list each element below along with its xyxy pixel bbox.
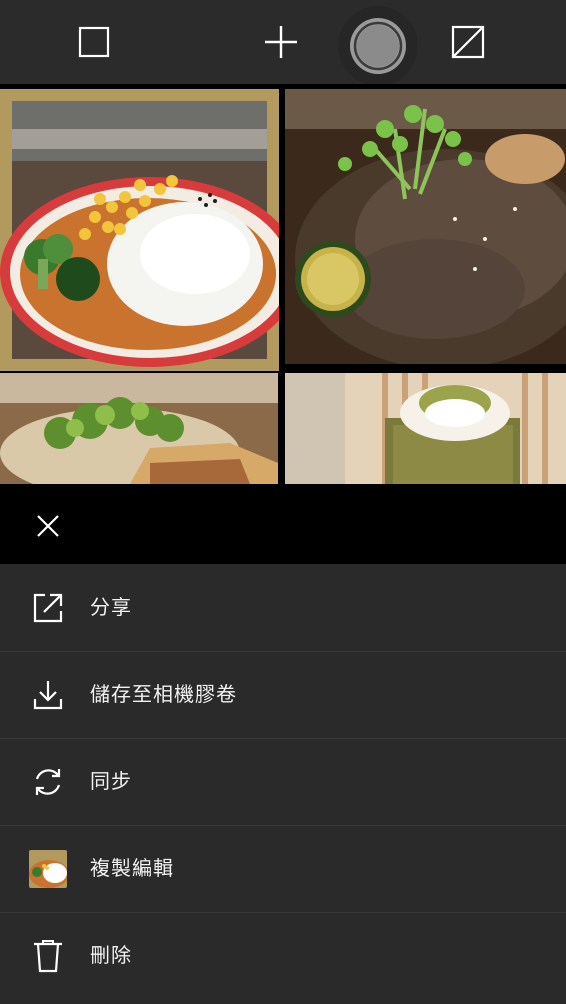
action-sheet-header — [0, 484, 566, 564]
photo-grid — [0, 84, 566, 484]
photo-tile-curry[interactable] — [0, 89, 279, 371]
menu-item-save-to-camera-roll[interactable]: 儲存至相機膠卷 — [0, 651, 566, 739]
shutter-icon[interactable] — [330, 0, 420, 84]
sync-icon — [28, 762, 68, 802]
action-sheet: 分享 儲存至相機膠卷 同步 複製編輯 刪除 — [0, 564, 566, 1004]
menu-item-label: 複製編輯 — [90, 856, 174, 880]
share-icon — [28, 588, 68, 628]
photo-thumbnail-icon — [28, 849, 68, 889]
top-toolbar — [0, 0, 566, 84]
menu-item-label: 同步 — [90, 769, 132, 793]
menu-item-label: 分享 — [90, 595, 132, 619]
menu-item-sync[interactable]: 同步 — [0, 738, 566, 826]
menu-item-delete[interactable]: 刪除 — [0, 912, 566, 999]
exposure-icon[interactable] — [426, 0, 510, 84]
square-icon[interactable] — [52, 0, 136, 84]
photo-tile-beef[interactable] — [285, 89, 566, 364]
photo-tile-salad[interactable] — [0, 373, 278, 484]
download-icon — [28, 675, 68, 715]
menu-item-label: 儲存至相機膠卷 — [90, 682, 237, 706]
trash-icon — [28, 936, 68, 976]
close-icon[interactable] — [28, 506, 68, 546]
plus-icon[interactable] — [239, 0, 323, 84]
menu-item-share[interactable]: 分享 — [0, 564, 566, 652]
menu-item-copy-edits[interactable]: 複製編輯 — [0, 825, 566, 913]
photo-tile-cake[interactable] — [285, 373, 566, 484]
menu-item-label: 刪除 — [90, 943, 132, 967]
